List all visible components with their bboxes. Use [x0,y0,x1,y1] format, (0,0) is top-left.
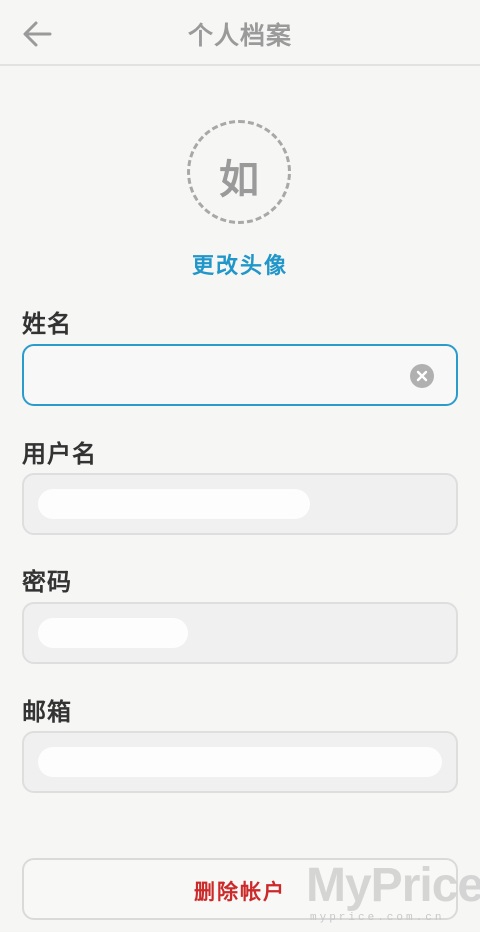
page-title: 个人档案 [187,21,292,50]
password-value [38,618,188,648]
password-field[interactable] [22,602,458,664]
email-field[interactable] [22,731,458,793]
name-field[interactable] [22,344,458,406]
avatar-initial: 如 [219,157,259,203]
password-label: 密码 [22,568,72,596]
avatar[interactable]: 如 [187,120,291,224]
email-value [38,747,442,777]
app-header: 个人档案 [0,0,480,66]
username-field[interactable] [22,473,458,535]
username-value [38,489,310,519]
watermark-logo: MyPrice [306,859,480,912]
clear-circle-icon[interactable] [410,364,434,388]
email-label: 邮箱 [22,698,72,726]
name-label: 姓名 [22,310,72,338]
change-avatar-link[interactable]: 更改头像 [0,248,480,280]
watermark-domain: myprice.com.cn [310,912,445,924]
username-label: 用户名 [22,440,97,468]
